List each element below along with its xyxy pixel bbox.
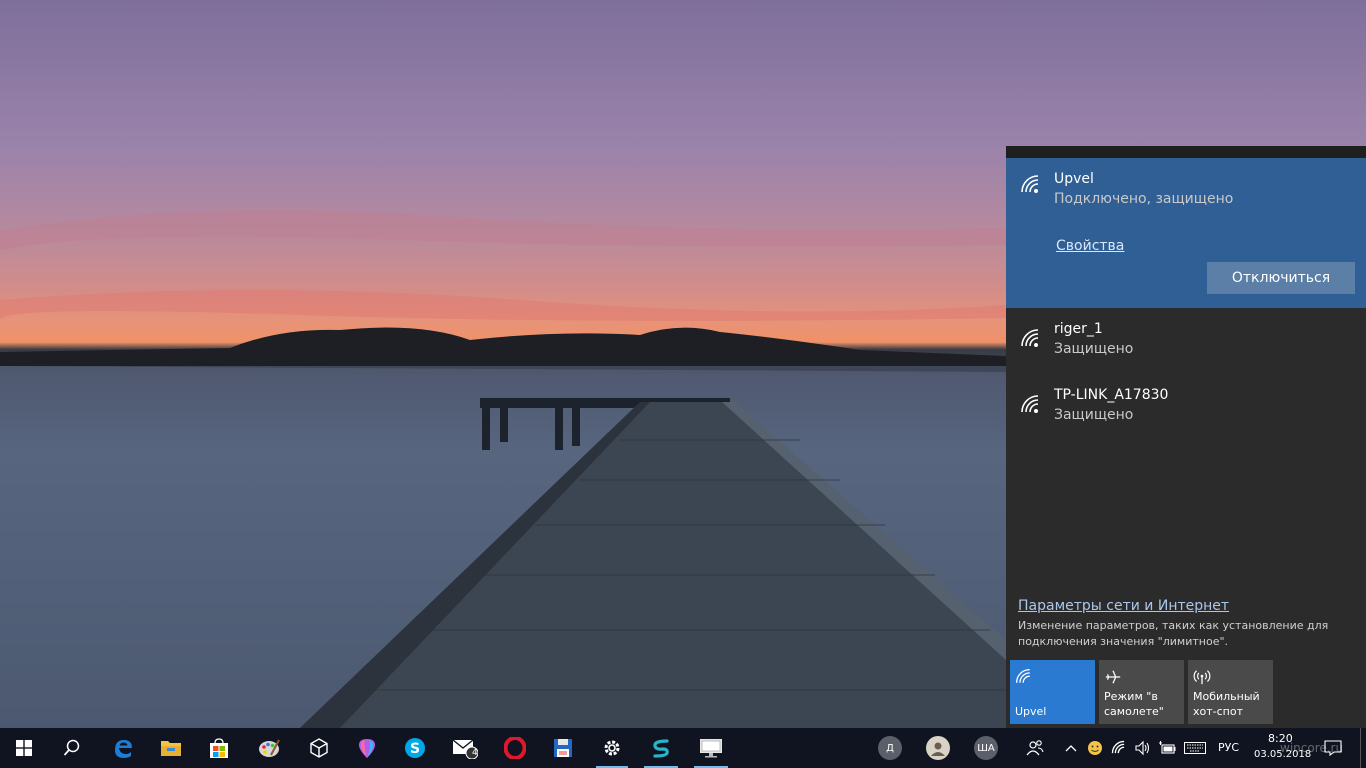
- network-name: riger_1: [1054, 321, 1103, 337]
- sway-icon: [653, 739, 669, 758]
- action-center-button[interactable]: [1318, 728, 1348, 768]
- people-button[interactable]: [1018, 728, 1052, 768]
- show-desktop-button[interactable]: [1360, 728, 1366, 768]
- quick-action-mobile-hotspot[interactable]: Мобильный хот-спот: [1188, 660, 1273, 724]
- properties-link[interactable]: Свойства: [1056, 238, 1124, 254]
- taskbar-app-edge[interactable]: [100, 728, 146, 768]
- show-hidden-icons-button[interactable]: [1060, 728, 1082, 768]
- network-flyout: Upvel Подключено, защищено Свойства Откл…: [1006, 146, 1366, 728]
- network-settings-description: Изменение параметров, таких как установл…: [1018, 619, 1329, 648]
- taskbar-app-remote-desktop[interactable]: [688, 728, 734, 768]
- network-item[interactable]: riger_1 Защищено: [1006, 312, 1366, 372]
- speaker-icon: [1135, 740, 1150, 756]
- monitor-icon: [700, 739, 722, 758]
- airplane-icon: [1105, 670, 1121, 684]
- network-name: Upvel: [1054, 171, 1094, 187]
- network-name: TP-LINK_A17830: [1054, 387, 1169, 403]
- people-icon: [1026, 740, 1044, 756]
- network-settings-link[interactable]: Параметры сети и Интернет: [1018, 598, 1229, 614]
- chevron-up-icon: [1065, 745, 1077, 752]
- people-contact-avatar[interactable]: [926, 736, 950, 760]
- search-icon: [63, 739, 80, 756]
- taskbar-app-save[interactable]: [540, 728, 586, 768]
- quick-action-label: Upvel: [1015, 705, 1047, 718]
- taskbar-app-paint[interactable]: [246, 728, 292, 768]
- notification-icon: [1324, 740, 1342, 756]
- people-contact[interactable]: Д: [878, 736, 902, 760]
- store-icon: [210, 738, 228, 758]
- keyboard-icon: [1184, 742, 1206, 754]
- search-button[interactable]: [48, 728, 96, 768]
- floppy-disk-icon: [554, 739, 572, 757]
- quick-action-label: Режим "в самолете": [1104, 690, 1164, 718]
- windows-logo-icon: [16, 740, 32, 756]
- tray-volume-button[interactable]: [1132, 728, 1154, 768]
- wifi-icon: [1111, 740, 1125, 754]
- taskbar: S 4 Д ША РУС 8:20 03.05.2018 wincore.ru: [0, 728, 1366, 768]
- wifi-secured-icon: [1021, 395, 1039, 413]
- taskbar-app-store[interactable]: [196, 728, 242, 768]
- taskbar-app-sway[interactable]: [638, 728, 684, 768]
- mail-unread-badge: 4: [472, 748, 478, 758]
- emoji-face-icon: [1088, 741, 1102, 755]
- people-contact[interactable]: ША: [974, 736, 998, 760]
- network-status: Защищено: [1054, 341, 1134, 357]
- svg-text:S: S: [410, 741, 420, 757]
- quick-action-airplane-mode[interactable]: Режим "в самолете": [1099, 660, 1184, 724]
- start-button[interactable]: [0, 728, 48, 768]
- network-status: Подключено, защищено: [1054, 191, 1234, 207]
- paint-palette-icon: [259, 739, 280, 757]
- wifi-icon: [1015, 668, 1030, 683]
- tray-power-button[interactable]: [1156, 728, 1178, 768]
- wifi-secured-icon: [1021, 175, 1039, 193]
- network-item[interactable]: TP-LINK_A17830 Защищено: [1006, 378, 1366, 438]
- edge-icon: [115, 740, 132, 758]
- taskbar-app-opera[interactable]: [492, 728, 538, 768]
- taskbar-app-mail[interactable]: 4: [442, 728, 488, 768]
- gear-icon: [604, 740, 620, 756]
- tray-emoji-app[interactable]: [1084, 728, 1106, 768]
- skype-icon: S: [405, 738, 425, 758]
- network-item-active[interactable]: Upvel Подключено, защищено Свойства Откл…: [1006, 158, 1366, 308]
- disconnect-button[interactable]: Отключиться: [1207, 262, 1355, 294]
- network-status: Защищено: [1054, 407, 1134, 423]
- language-indicator[interactable]: РУС: [1218, 741, 1239, 754]
- avatar-icon: [931, 742, 945, 756]
- taskbar-app-skype[interactable]: S: [392, 728, 438, 768]
- taskbar-app-file-explorer[interactable]: [148, 728, 194, 768]
- flyout-top-bar: [1006, 146, 1366, 158]
- quick-action-wifi[interactable]: Upvel: [1010, 660, 1095, 724]
- quick-action-label: Мобильный хот-спот: [1193, 690, 1260, 718]
- folder-icon: [161, 741, 181, 756]
- paint-3d-icon: [359, 739, 375, 758]
- tray-touch-keyboard-button[interactable]: [1180, 728, 1210, 768]
- taskbar-app-settings[interactable]: [590, 728, 634, 768]
- opera-icon: [504, 737, 526, 759]
- taskbar-app-paint-3d[interactable]: [344, 728, 390, 768]
- tray-network-button[interactable]: [1108, 728, 1130, 768]
- wifi-secured-icon: [1021, 329, 1039, 347]
- taskbar-app-3d-viewer[interactable]: [296, 728, 342, 768]
- cube-icon: [310, 738, 328, 758]
- hotspot-icon: [1193, 670, 1211, 685]
- battery-plug-icon: [1159, 741, 1176, 754]
